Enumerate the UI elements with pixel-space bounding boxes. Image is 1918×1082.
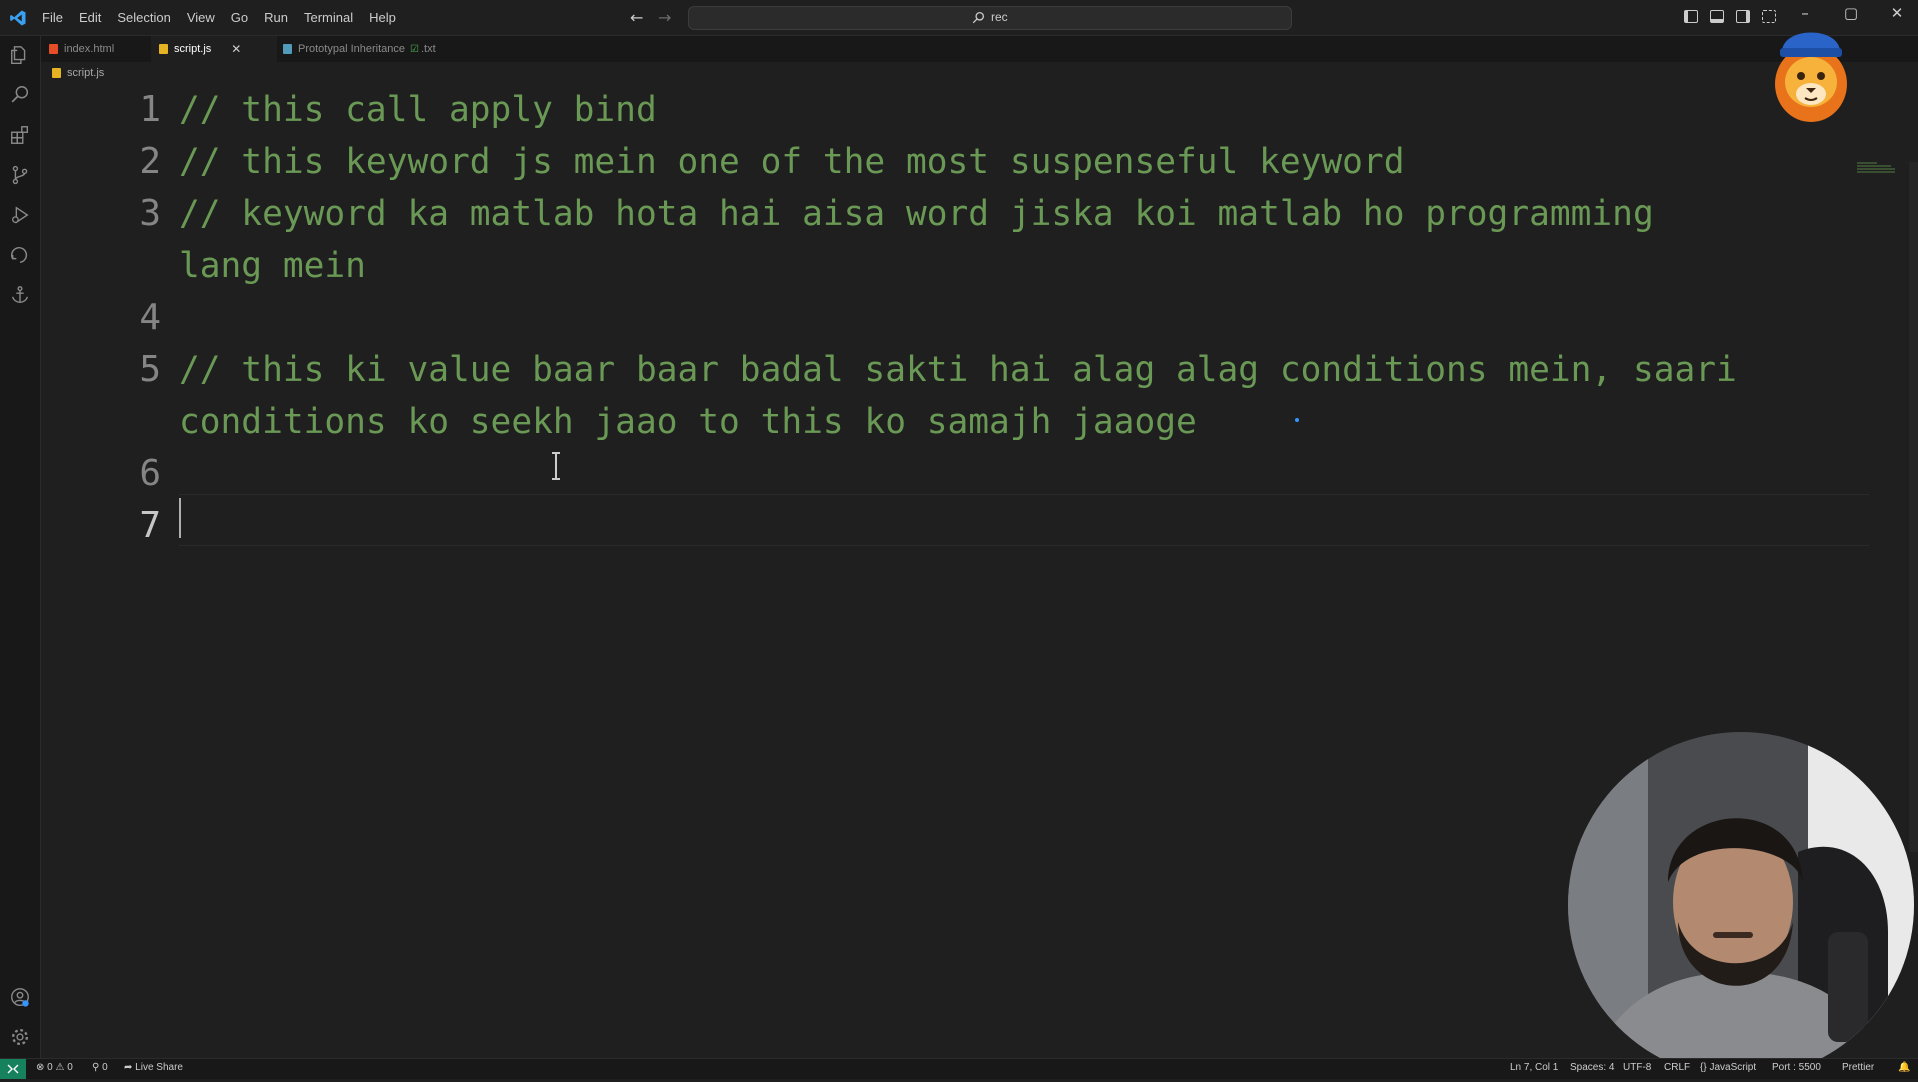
live-share-icon: ➦ (124, 1062, 136, 1073)
run-debug-icon[interactable] (9, 204, 31, 226)
menu-go[interactable]: Go (223, 0, 256, 35)
menu-view[interactable]: View (179, 0, 223, 35)
tab-label: Prototypal Inheritance (298, 43, 406, 55)
code-line-wrapped: conditions ko seekh jaao to this ko sama… (179, 402, 1197, 442)
explorer-icon[interactable] (9, 44, 31, 66)
mouse-ibeam-icon (552, 452, 560, 480)
breadcrumb-file[interactable]: script.js (67, 67, 104, 79)
language-mode[interactable]: {} JavaScript (1700, 1062, 1756, 1073)
end-of-line[interactable]: CRLF (1664, 1062, 1690, 1073)
activity-bar (0, 36, 41, 1058)
indentation[interactable]: Spaces: 4 (1570, 1062, 1614, 1073)
code-line: // this ki value baar baar badal sakti h… (179, 350, 1737, 390)
line-number: 1 (139, 89, 161, 130)
command-center-text: rec (991, 10, 1008, 24)
minimap[interactable] (1857, 160, 1897, 180)
tab-script-js[interactable]: script.js ✕ (151, 36, 277, 62)
code-line-wrapped: lang mein (179, 246, 366, 286)
presenter-video-icon (1568, 732, 1914, 1078)
remote-explorer-icon[interactable] (9, 244, 31, 266)
toggle-secondary-sidebar-icon[interactable] (1736, 10, 1750, 23)
line-number: 4 (139, 297, 161, 338)
toggle-panel-icon[interactable] (1710, 10, 1724, 23)
tab-label: index.html (64, 43, 115, 55)
search-icon (972, 11, 985, 24)
js-file-icon (52, 68, 61, 78)
live-share-button[interactable]: ➦ Live Share (124, 1062, 183, 1073)
html-file-icon (49, 44, 58, 54)
encoding[interactable]: UTF-8 (1623, 1062, 1651, 1073)
line-number: 5 (139, 349, 161, 390)
accounts-icon[interactable] (9, 986, 31, 1008)
js-file-icon (159, 44, 168, 54)
tab-index-html[interactable]: index.html (49, 36, 149, 62)
tab-extension: .txt (420, 43, 436, 55)
text-file-icon (283, 44, 292, 54)
toggle-primary-sidebar-icon[interactable] (1684, 10, 1698, 23)
tab-label: script.js (174, 43, 212, 55)
prettier-status[interactable]: Prettier (1842, 1062, 1874, 1073)
notifications-bell-icon[interactable]: 🔔 (1898, 1062, 1910, 1073)
line-number: 2 (139, 141, 161, 182)
close-tab-icon[interactable]: ✕ (231, 42, 241, 56)
menu-selection[interactable]: Selection (109, 0, 178, 35)
menu-run[interactable]: Run (256, 0, 296, 35)
live-server-port[interactable]: Port : 5500 (1772, 1062, 1821, 1073)
settings-gear-icon[interactable] (9, 1026, 31, 1048)
cursor-position[interactable]: Ln 7, Col 1 (1510, 1062, 1558, 1073)
vscode-logo-icon (10, 10, 26, 26)
menu-file[interactable]: File (34, 0, 71, 35)
code-line: // this keyword js mein one of the most … (179, 142, 1405, 182)
anchor-icon[interactable] (9, 284, 31, 306)
text-cursor (179, 498, 181, 538)
command-center[interactable]: rec (688, 6, 1292, 30)
lion-mascot-icon (1775, 32, 1847, 122)
status-bar: ⊗ 0 ⚠ 0 ⚲ 0 ➦ Live Share Ln 7, Col 1 Spa… (0, 1058, 1918, 1079)
source-control-icon[interactable] (9, 164, 31, 186)
code-line: // this call apply bind (179, 90, 657, 130)
problems-indicator[interactable]: ⊗ 0 ⚠ 0 (36, 1062, 73, 1073)
title-bar: File Edit Selection View Go Run Terminal… (0, 0, 1918, 36)
editor-tabs: index.html script.js ✕ Prototypal Inheri… (41, 36, 1918, 62)
current-line-highlight (179, 494, 1869, 546)
vertical-scrollbar[interactable] (1909, 162, 1918, 852)
back-arrow-icon[interactable]: ← (630, 8, 643, 27)
extensions-icon[interactable] (9, 124, 31, 146)
live-share-label: Live Share (135, 1062, 183, 1073)
close-window-icon[interactable]: ✕ (1882, 4, 1912, 22)
line-number: 3 (139, 193, 161, 234)
line-number: 6 (139, 453, 161, 494)
remote-indicator[interactable] (0, 1059, 26, 1079)
ports-indicator[interactable]: ⚲ 0 (92, 1062, 108, 1073)
menu-terminal[interactable]: Terminal (296, 0, 361, 35)
forward-arrow-icon[interactable]: → (658, 8, 671, 27)
menu-help[interactable]: Help (361, 0, 404, 35)
tab-prototypal-inheritance[interactable]: Prototypal Inheritance ☑ .txt (283, 36, 463, 62)
remote-icon (7, 1064, 19, 1074)
webcam-overlay (1568, 732, 1914, 1078)
breadcrumb: script.js (52, 65, 104, 81)
line-number-active: 7 (139, 505, 161, 546)
search-icon[interactable] (9, 84, 31, 106)
code-line: // keyword ka matlab hota hai aisa word … (179, 194, 1654, 234)
inline-hint-dot (1295, 418, 1299, 422)
checkbox-icon: ☑ (410, 43, 419, 55)
menu-edit[interactable]: Edit (71, 0, 109, 35)
menu-bar: File Edit Selection View Go Run Terminal… (34, 0, 404, 35)
